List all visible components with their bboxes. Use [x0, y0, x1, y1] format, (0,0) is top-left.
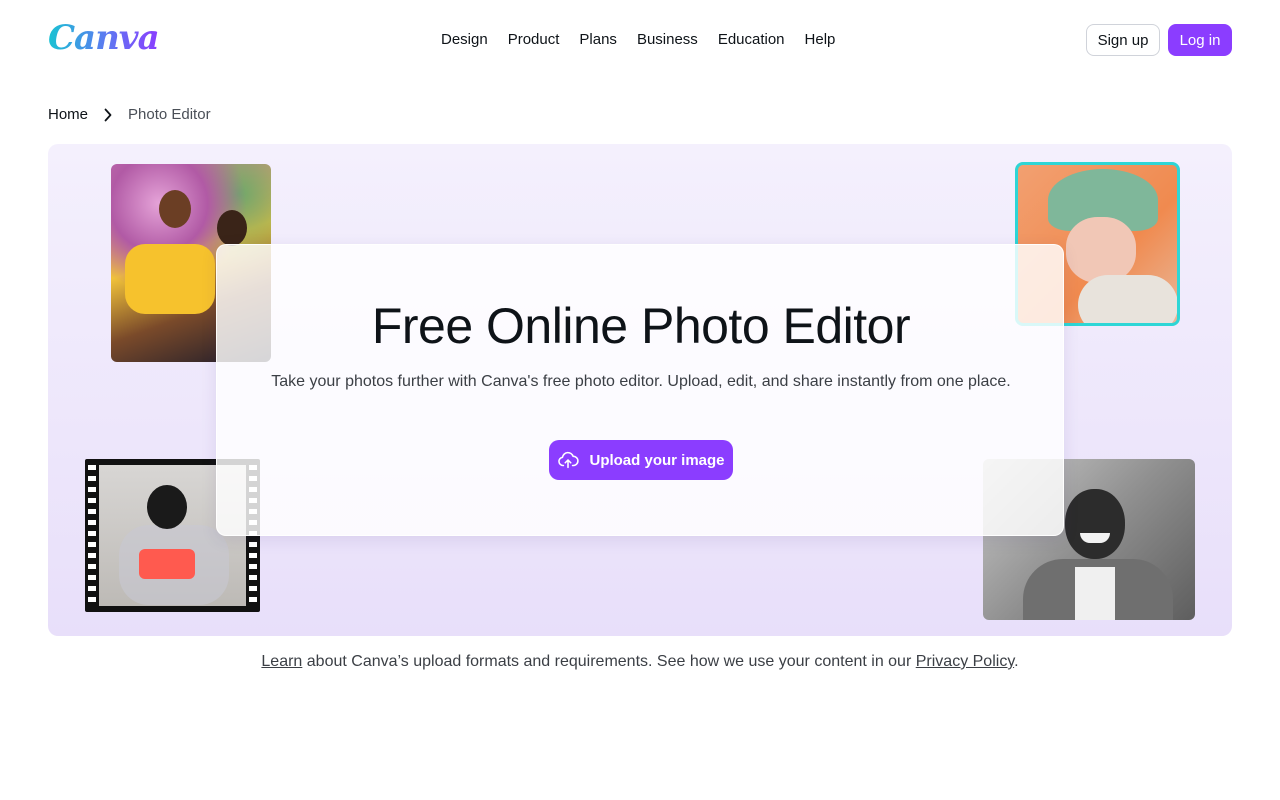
nav-design[interactable]: Design: [441, 31, 488, 48]
note-end: .: [1014, 653, 1019, 670]
header: Canva Design Product Plans Business Educ…: [0, 0, 1280, 80]
chevron-right-icon: [104, 108, 112, 122]
nav-business[interactable]: Business: [637, 31, 698, 48]
note-text: about Canva’s upload formats and require…: [302, 653, 916, 670]
sign-up-button[interactable]: Sign up: [1086, 24, 1160, 56]
hero-banner: Free Online Photo Editor Take your photo…: [48, 144, 1232, 636]
hero-subtitle: Take your photos further with Canva's fr…: [271, 373, 1011, 390]
hero-card: Free Online Photo Editor Take your photo…: [216, 244, 1064, 536]
upload-image-label: Upload your image: [589, 451, 725, 469]
privacy-policy-link[interactable]: Privacy Policy: [916, 653, 1014, 670]
learn-link[interactable]: Learn: [261, 653, 302, 670]
page-title: Free Online Photo Editor: [371, 298, 911, 354]
breadcrumb-current: Photo Editor: [128, 106, 211, 123]
canva-logo[interactable]: Canva: [48, 18, 160, 58]
log-in-button[interactable]: Log in: [1168, 24, 1232, 56]
nav-plans[interactable]: Plans: [579, 31, 617, 48]
main-nav: Design Product Plans Business Education …: [441, 31, 835, 48]
breadcrumb: Home Photo Editor: [48, 106, 211, 123]
nav-product[interactable]: Product: [508, 31, 560, 48]
nav-education[interactable]: Education: [718, 31, 785, 48]
upload-info-note: Learn about Canva’s upload formats and r…: [0, 653, 1280, 671]
cloud-upload-icon: [557, 449, 580, 471]
nav-help[interactable]: Help: [805, 31, 836, 48]
breadcrumb-home[interactable]: Home: [48, 106, 88, 123]
upload-image-button[interactable]: Upload your image: [549, 440, 733, 480]
